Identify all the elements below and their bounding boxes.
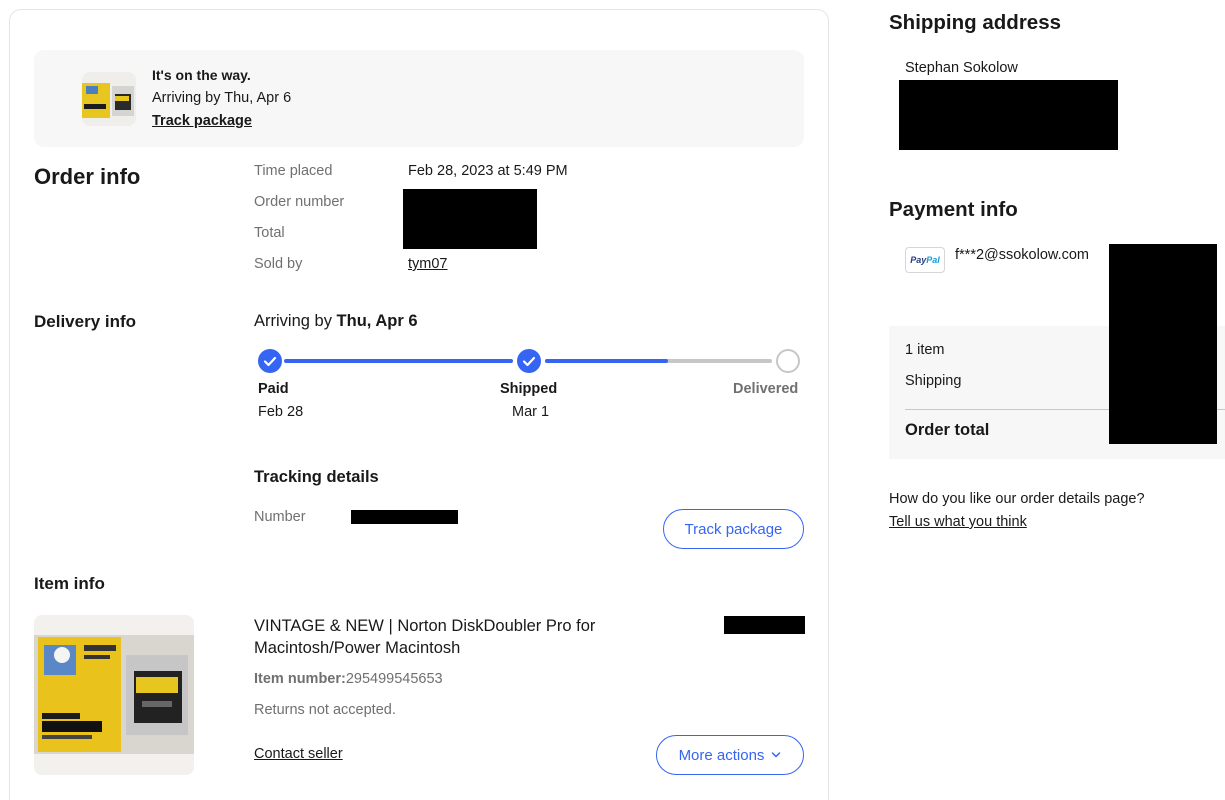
banner-item-thumbnail bbox=[82, 72, 136, 126]
item-title[interactable]: VINTAGE & NEW | Norton DiskDoubler Pro f… bbox=[254, 615, 654, 659]
shipping-address-heading: Shipping address bbox=[889, 11, 1061, 34]
redacted-address bbox=[899, 80, 1118, 150]
banner-track-package-link[interactable]: Track package bbox=[152, 113, 252, 129]
more-actions-button[interactable]: More actions bbox=[656, 735, 804, 775]
step-shipped-label: Shipped bbox=[500, 381, 558, 397]
summary-items-label: 1 item bbox=[905, 342, 945, 358]
more-actions-label: More actions bbox=[678, 746, 765, 764]
sold-by-label: Sold by bbox=[254, 256, 303, 272]
payment-info-heading: Payment info bbox=[889, 198, 1018, 221]
seller-link[interactable]: tym07 bbox=[408, 256, 448, 272]
chevron-down-icon bbox=[772, 752, 781, 758]
order-info-heading: Order info bbox=[34, 164, 141, 189]
redacted-item-price bbox=[724, 616, 805, 634]
step-paid-date: Feb 28 bbox=[258, 404, 304, 420]
time-placed-value: Feb 28, 2023 at 5:49 PM bbox=[408, 163, 568, 179]
step-paid-label: Paid bbox=[258, 381, 289, 397]
recipient-name: Stephan Sokolow bbox=[905, 60, 1018, 76]
step-paid-check-icon bbox=[258, 349, 282, 373]
tracking-details-heading: Tracking details bbox=[254, 468, 379, 486]
redacted-tracking-number bbox=[351, 510, 458, 524]
payment-email: f***2@ssokolow.com bbox=[955, 247, 1089, 263]
shipment-status-text: It's on the way. bbox=[152, 67, 251, 83]
summary-shipping-label: Shipping bbox=[905, 373, 962, 389]
shipment-status-banner: It's on the way. Arriving by Thu, Apr 6 … bbox=[34, 50, 804, 147]
item-number-label: Item number: bbox=[254, 671, 346, 687]
order-total-label: Order total bbox=[905, 421, 990, 439]
time-placed-label: Time placed bbox=[254, 163, 333, 179]
step-delivered-pending-icon bbox=[776, 349, 800, 373]
item-number: Item number:295499545653 bbox=[254, 671, 443, 687]
total-label: Total bbox=[254, 225, 285, 241]
arriving-date: Thu, Apr 6 bbox=[336, 312, 418, 330]
returns-policy: Returns not accepted. bbox=[254, 702, 396, 718]
order-number-label: Order number bbox=[254, 194, 345, 210]
progress-fill-shipped-delivered bbox=[545, 359, 668, 363]
item-number-value: 295499545653 bbox=[345, 671, 443, 687]
arriving-prefix: Arriving by bbox=[254, 312, 337, 330]
redacted-order-number-and-total bbox=[403, 189, 537, 249]
step-delivered-label: Delivered bbox=[733, 381, 799, 397]
delivery-arriving-text: Arriving by Thu, Apr 6 bbox=[254, 312, 418, 331]
delivery-info-heading: Delivery info bbox=[34, 312, 137, 331]
feedback-question: How do you like our order details page? bbox=[889, 491, 1145, 507]
arrival-estimate-text: Arriving by Thu, Apr 6 bbox=[152, 90, 292, 106]
feedback-link[interactable]: Tell us what you think bbox=[889, 514, 1027, 530]
contact-seller-link[interactable]: Contact seller bbox=[254, 746, 343, 762]
redacted-payment-amounts bbox=[1109, 244, 1217, 444]
progress-segment-paid-shipped bbox=[284, 359, 513, 363]
item-photo bbox=[34, 615, 194, 775]
step-shipped-check-icon bbox=[517, 349, 541, 373]
track-package-button[interactable]: Track package bbox=[663, 509, 804, 549]
tracking-number-label: Number bbox=[254, 509, 306, 525]
item-info-heading: Item info bbox=[34, 574, 105, 593]
step-shipped-date: Mar 1 bbox=[512, 404, 550, 420]
paypal-icon: Pay Pal bbox=[905, 247, 945, 273]
